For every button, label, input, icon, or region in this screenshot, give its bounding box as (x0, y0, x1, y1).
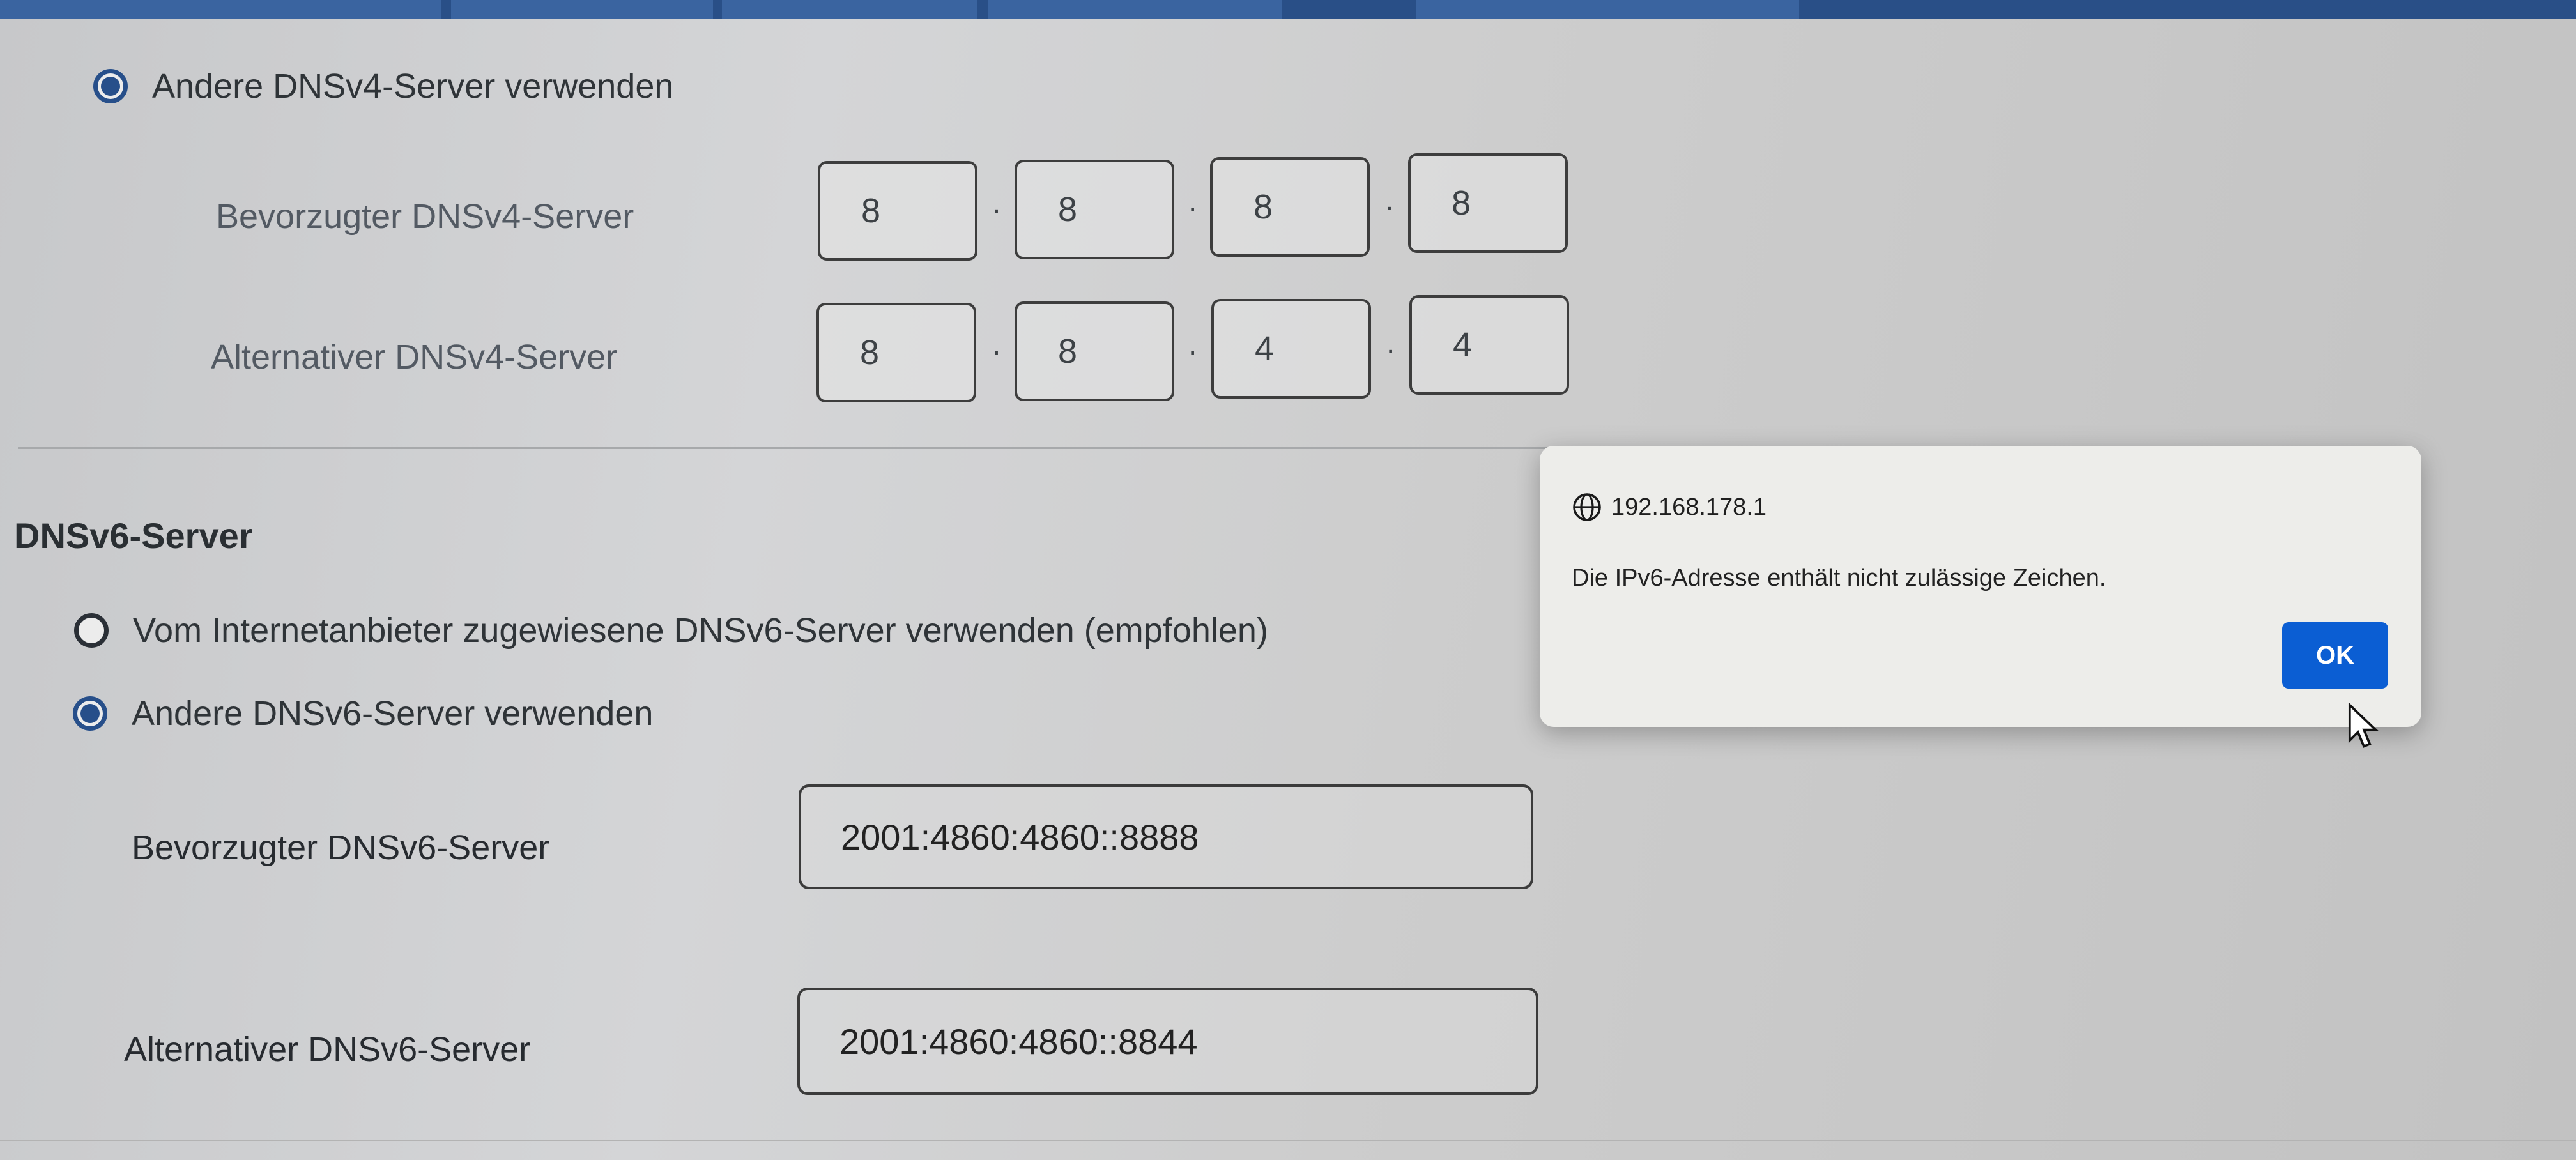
dialog-origin-text: 192.168.178.1 (1611, 493, 1767, 521)
octet-separator: . (1188, 185, 1197, 218)
bottom-divider (0, 1140, 2576, 1141)
octet-separator: . (1386, 326, 1395, 360)
octet-separator: . (1188, 328, 1197, 362)
alternative-dnsv6-label: Alternativer DNSv6-Server (124, 1030, 531, 1069)
top-bar-segment (0, 0, 441, 19)
radio-dnsv6-other-label: Andere DNSv6-Server verwenden (132, 694, 654, 733)
alternative-dnsv4-octet-3[interactable]: 4 (1211, 299, 1371, 399)
radio-circle-checked[interactable] (93, 69, 128, 103)
radio-dot (80, 704, 100, 723)
radio-dnsv6-isp-label: Vom Internetanbieter zugewiesene DNSv6-S… (133, 611, 1268, 650)
alert-dialog: 192.168.178.1 Die IPv6-Adresse enthält n… (1540, 446, 2421, 727)
preferred-dnsv6-input[interactable]: 2001:4860:4860::8888 (799, 784, 1533, 889)
alternative-dnsv4-octet-1[interactable]: 8 (816, 303, 976, 402)
octet-separator: . (992, 186, 1001, 220)
ok-button[interactable]: OK (2282, 622, 2388, 689)
radio-circle-checked[interactable] (73, 696, 107, 731)
alternative-dnsv4-octet-2[interactable]: 8 (1015, 301, 1174, 401)
top-bar-segment (988, 0, 1282, 19)
preferred-dnsv6-label: Bevorzugter DNSv6-Server (132, 828, 550, 867)
radio-dnsv6-isp[interactable]: Vom Internetanbieter zugewiesene DNSv6-S… (74, 611, 1268, 650)
preferred-dnsv4-octet-2[interactable]: 8 (1015, 160, 1174, 259)
radio-dnsv6-other[interactable]: Andere DNSv6-Server verwenden (73, 694, 653, 733)
octet-separator: . (992, 328, 1001, 362)
dialog-origin: 192.168.178.1 (1572, 492, 1767, 523)
preferred-dnsv4-label: Bevorzugter DNSv4-Server (216, 197, 634, 236)
radio-dnsv4-other[interactable]: Andere DNSv4-Server verwenden (93, 66, 673, 106)
alternative-dnsv6-input[interactable]: 2001:4860:4860::8844 (797, 988, 1538, 1095)
alternative-dnsv4-label: Alternativer DNSv4-Server (211, 338, 618, 376)
top-bar-segment (451, 0, 713, 19)
dialog-message: Die IPv6-Adresse enthält nicht zulässige… (1572, 565, 2106, 591)
preferred-dnsv4-octet-3[interactable]: 8 (1210, 157, 1370, 257)
octet-separator: . (1385, 183, 1394, 217)
alternative-dnsv4-octet-4[interactable]: 4 (1409, 295, 1569, 395)
radio-dnsv4-other-label: Andere DNSv4-Server verwenden (152, 67, 674, 105)
radio-dot (101, 77, 120, 96)
top-bar-segment (722, 0, 977, 19)
section-divider (18, 447, 1551, 449)
preferred-dnsv4-octet-4[interactable]: 8 (1408, 153, 1568, 253)
dnsv6-section-title: DNSv6-Server (14, 515, 253, 556)
page: Andere DNSv4-Server verwenden Bevorzugte… (0, 0, 2576, 1160)
top-navigation-bar (0, 0, 2576, 19)
mouse-cursor-icon (2348, 703, 2379, 748)
radio-circle-unchecked[interactable] (74, 613, 109, 648)
top-bar-segment (1416, 0, 1799, 19)
globe-icon (1573, 493, 1601, 521)
preferred-dnsv4-octet-1[interactable]: 8 (818, 161, 977, 261)
